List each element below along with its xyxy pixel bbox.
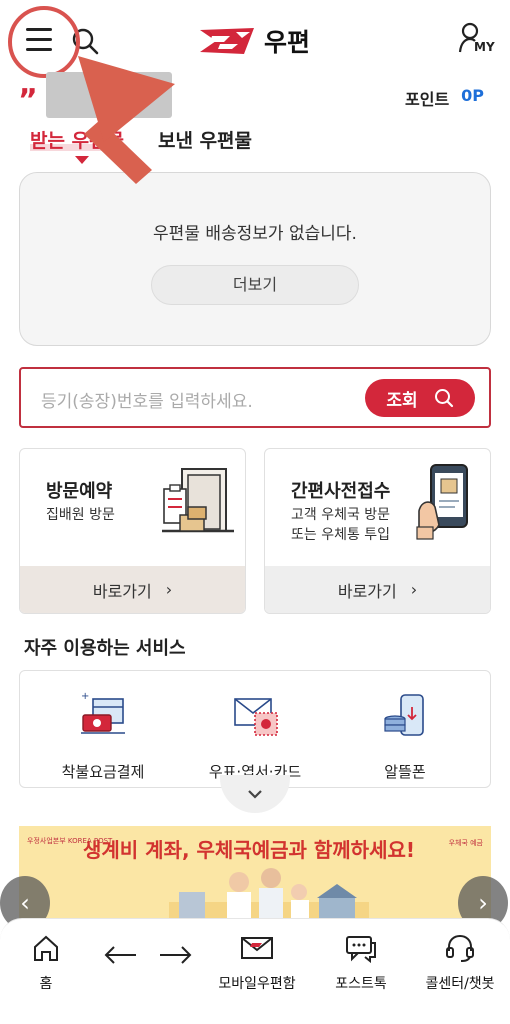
points-value: 0P (461, 86, 485, 105)
svg-text:+: + (81, 691, 89, 702)
mailbox-icon (241, 937, 273, 959)
tracking-search-button[interactable]: 조회 (365, 379, 475, 417)
tab-sent-mail[interactable]: 보낸 우편물 (158, 126, 252, 153)
empty-message: 우편물 배송정보가 없습니다. (153, 224, 357, 244)
postbank-logo: 우체국 예금 (448, 839, 483, 847)
nav-label: 콜센터/챗봇 (425, 976, 495, 992)
nav-label: 홈 (39, 976, 53, 992)
notice-banner[interactable] (46, 72, 172, 118)
my-label: MY (474, 40, 495, 54)
forward-arrow-icon (160, 946, 192, 964)
service-label: 착불요금결제 (61, 763, 145, 781)
section-title: 자주 이용하는 서비스 (24, 638, 186, 659)
koreapost-logo[interactable]: 우편 (198, 24, 310, 58)
notice-quote-icon: ” (18, 83, 38, 118)
headset-icon (446, 934, 474, 962)
nav-posttalk[interactable]: 포스트톡 (326, 933, 396, 993)
chevron-right-icon: › (165, 580, 173, 599)
nav-forward[interactable] (156, 933, 196, 973)
chevron-down-icon (248, 790, 262, 799)
nav-label: 모바일우편함 (218, 976, 296, 992)
banner-headline: 생계비 계좌, 우체국예금과 함께하세요! (83, 838, 416, 862)
card-subtitle: 고객 우체국 방문 또는 우체통 투입 (291, 507, 391, 543)
delivery-info-panel: 우편물 배송정보가 없습니다. 더보기 (19, 172, 491, 346)
tracking-search-label: 조회 (386, 390, 418, 411)
expand-services-button[interactable] (220, 775, 290, 813)
points-label: 포인트 (405, 90, 450, 109)
bottom-nav-bar: 홈 모바일우편함 포스트톡 콜센터/챗봇 (0, 918, 510, 1024)
go-label: 바로가기 (92, 581, 152, 601)
chevron-left-icon: ‹ (20, 889, 30, 917)
post-logo-icon (200, 28, 254, 54)
nav-back[interactable] (100, 933, 140, 973)
card-subtitle: 집배원 방문 (46, 507, 115, 523)
card-title: 간편사전접수 (291, 481, 391, 502)
stamp-postcard-icon (234, 698, 278, 736)
back-arrow-icon (104, 946, 136, 964)
tracking-search-bar: 등기(송장)번호를 입력하세요. 조회 (19, 367, 491, 428)
service-stamp-postcard[interactable]: 우표·엽서·카드 (180, 685, 330, 781)
points-display[interactable]: 포인트 0P (405, 86, 484, 110)
nav-label: 포스트톡 (335, 976, 387, 992)
go-label: 바로가기 (337, 581, 397, 601)
quick-pre-registration-card[interactable]: 간편사전접수 고객 우체국 방문 또는 우체통 투입 바로가기 › (264, 448, 491, 614)
card-title: 방문예약 (46, 481, 113, 502)
tracking-number-input[interactable]: 등기(송장)번호를 입력하세요. (41, 387, 253, 412)
active-tab-indicator (75, 156, 89, 164)
service-cod-payment[interactable]: + 착불요금결제 (28, 685, 178, 781)
go-button[interactable]: 바로가기 › (20, 566, 245, 613)
go-button[interactable]: 바로가기 › (265, 566, 490, 613)
chat-icon (346, 936, 376, 964)
promo-banner[interactable]: 우정사업본부 KOREA POST 생계비 계좌, 우체국예금과 함께하세요! … (19, 826, 491, 926)
visit-reservation-card[interactable]: 방문예약 집배원 방문 바로가기 › (19, 448, 246, 614)
nav-callcenter-chatbot[interactable]: 콜센터/챗봇 (414, 933, 506, 993)
more-button[interactable]: 더보기 (151, 265, 359, 305)
my-page-button[interactable]: MY (458, 22, 498, 58)
search-icon (434, 389, 453, 408)
nav-home[interactable]: 홈 (26, 933, 66, 993)
tab-received-mail[interactable]: 받는 우편물 (30, 126, 125, 153)
service-budget-phone[interactable]: 알뜰폰 (330, 685, 480, 781)
chevron-right-icon: › (410, 580, 418, 599)
home-icon (34, 935, 58, 961)
service-label: 알뜰폰 (384, 763, 426, 781)
nav-mobile-mailbox[interactable]: 모바일우편함 (212, 933, 302, 993)
chevron-right-icon: › (478, 889, 488, 917)
services-panel: + 착불요금결제 우표·엽서·카드 알뜰폰 (19, 670, 491, 788)
highlight-ring (8, 6, 80, 78)
cod-payment-icon: + (81, 691, 125, 734)
budget-phone-icon (384, 694, 424, 736)
door-parcel-icon (162, 468, 234, 533)
phone-parcel-icon (416, 464, 468, 540)
family-illustration (169, 868, 369, 926)
logo-text: 우편 (264, 28, 311, 57)
